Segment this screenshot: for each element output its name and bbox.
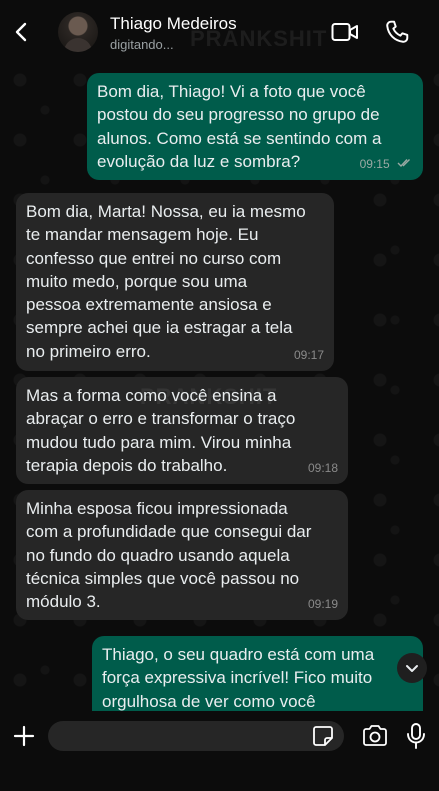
message-text: Thiago, o seu quadro está com uma força … xyxy=(102,645,375,711)
message-composer xyxy=(0,711,439,791)
back-arrow-icon[interactable] xyxy=(10,20,34,44)
double-check-icon xyxy=(397,153,413,176)
message-input[interactable] xyxy=(48,721,344,751)
message-timestamp: 09:15 xyxy=(359,156,390,171)
message-timestamp: 09:17 xyxy=(293,347,324,362)
microphone-icon[interactable] xyxy=(405,722,427,750)
message-bubble-outgoing[interactable]: Bom dia, Thiago! Vi a foto que você post… xyxy=(87,73,423,180)
sticker-icon[interactable] xyxy=(312,725,334,747)
camera-icon[interactable] xyxy=(361,724,389,748)
watermark: PRANKSHIT xyxy=(190,26,328,51)
plus-icon[interactable] xyxy=(12,724,36,748)
video-call-icon[interactable] xyxy=(331,21,359,43)
message-time: 09:15 xyxy=(360,153,413,176)
phone-icon[interactable] xyxy=(384,19,410,45)
watermark: PRANKSHIT xyxy=(140,384,278,409)
message-bubble-incoming[interactable]: Minha esposa ficou impressionada com a p… xyxy=(16,490,348,620)
scroll-to-bottom-button[interactable] xyxy=(397,653,427,683)
chat-header: Thiago Medeiros digitando... PRANKSHIT xyxy=(0,0,439,64)
message-timestamp: 09:19 xyxy=(307,596,338,611)
message-timestamp: 09:18 xyxy=(307,460,338,475)
message-bubble-incoming[interactable]: Bom dia, Marta! Nossa, eu ia mesmo te ma… xyxy=(16,193,334,371)
message-text: Bom dia, Marta! Nossa, eu ia mesmo te ma… xyxy=(26,202,306,361)
typing-status: digitando... xyxy=(110,37,174,52)
message-text: Minha esposa ficou impressionada com a p… xyxy=(26,499,312,612)
avatar[interactable] xyxy=(58,12,98,52)
chevron-down-icon xyxy=(406,665,418,672)
